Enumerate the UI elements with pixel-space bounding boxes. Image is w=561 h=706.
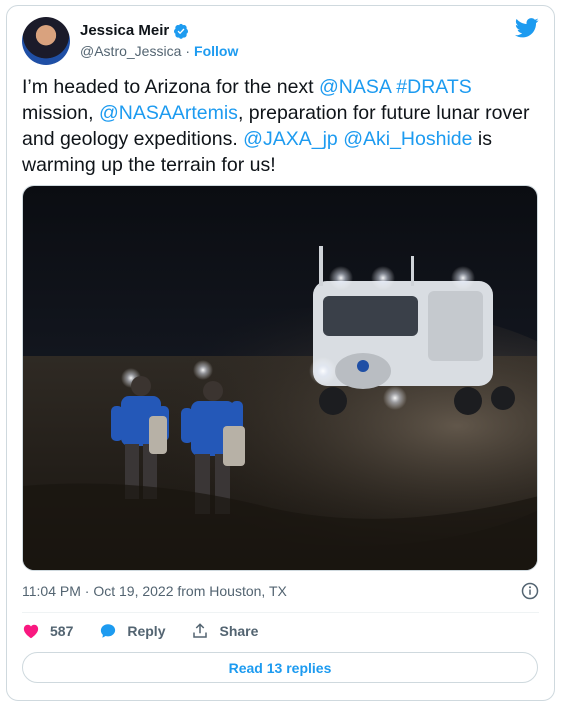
like-count: 587 [50,623,74,639]
hashtag-drats[interactable]: #DRATS [396,76,472,98]
tweet-text: I’m headed to Arizona for the next @NASA… [22,74,537,178]
reply-label: Reply [127,623,166,639]
separator-dot: · [185,43,191,59]
reply-bubble-icon [101,624,116,638]
share-label: Share [219,623,259,639]
mention-jaxa[interactable]: @JAXA_jp [243,128,338,150]
mention-aki-hoshide[interactable]: @Aki_Hoshide [343,128,472,150]
author-name[interactable]: Jessica Meir [80,22,169,39]
author-handle[interactable]: @Astro_Jessica [80,43,181,59]
author-name-row: Jessica Meir [80,22,189,39]
tweet-timestamp[interactable]: 11:04 PM · Oct 19, 2022 from Houston, TX [22,583,287,599]
author-handle-row: @Astro_Jessica · Follow [80,43,238,59]
divider [22,612,539,613]
follow-button[interactable]: Follow [194,43,238,59]
mention-nasa[interactable]: @NASA [319,76,391,98]
share-upload-icon [193,623,208,638]
verified-badge-icon [174,23,189,39]
night-rover-scene-image [23,186,537,570]
avatar[interactable] [22,17,70,65]
action-bar: 587 Reply Share [22,622,284,640]
reply-button[interactable]: Reply [99,622,165,640]
tweet-text-segment: I’m headed to Arizona for the next [22,76,320,98]
tweet-photo[interactable] [22,185,538,571]
like-button[interactable]: 587 [22,622,73,640]
read-replies-button[interactable]: Read 13 replies [22,652,538,683]
info-icon[interactable] [521,582,539,600]
share-button[interactable]: Share [191,622,258,640]
tweet-text-segment: mission, [22,102,99,124]
mention-nasa-artemis[interactable]: @NASAArtemis [99,102,238,124]
heart-icon [23,624,39,639]
twitter-bird-icon[interactable] [515,18,539,38]
